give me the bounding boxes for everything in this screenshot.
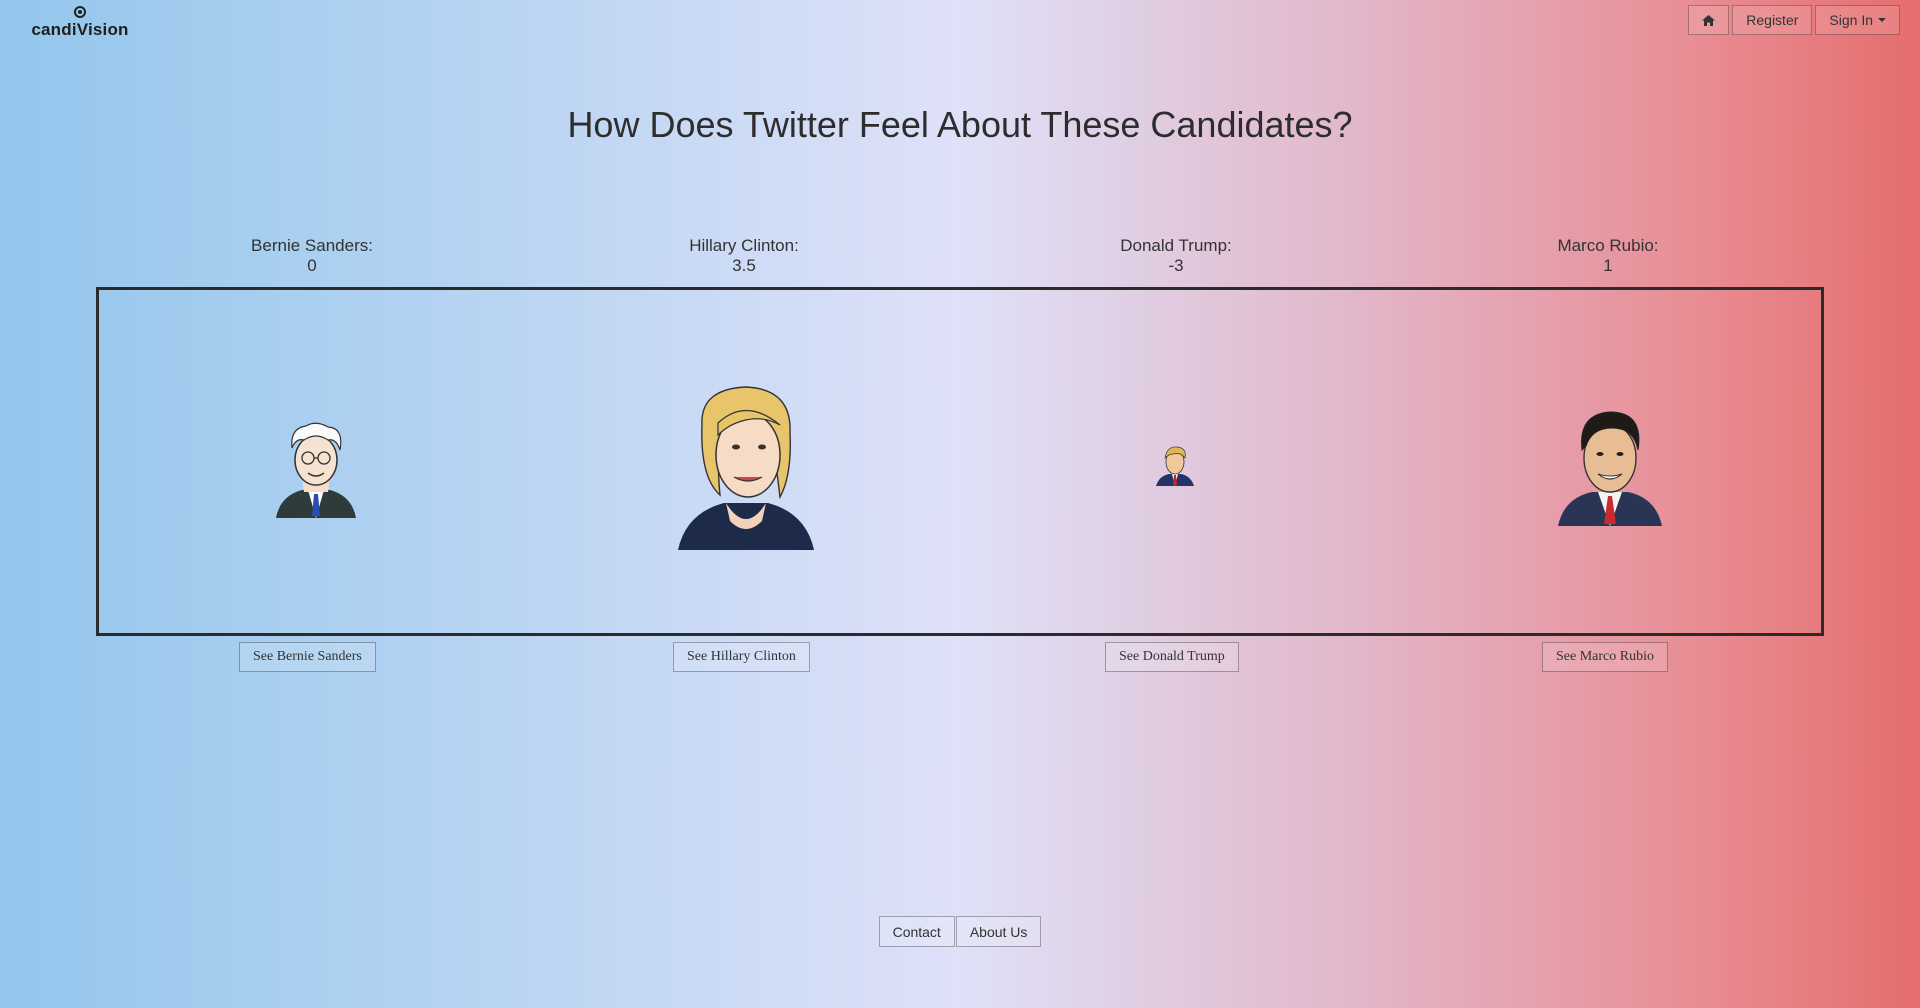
sign-in-label: Sign In xyxy=(1829,12,1873,28)
see-marco-rubio-button[interactable]: See Marco Rubio xyxy=(1542,642,1668,672)
candidate-name: Bernie Sanders: xyxy=(251,236,373,255)
contact-button[interactable]: Contact xyxy=(878,916,955,947)
eye-logo-icon xyxy=(74,6,86,18)
candidate-name: Hillary Clinton: xyxy=(689,236,799,255)
brand-logo[interactable]: candiVision xyxy=(30,6,130,40)
see-hillary-clinton-button[interactable]: See Hillary Clinton xyxy=(673,642,810,672)
sign-in-dropdown[interactable]: Sign In xyxy=(1815,5,1900,35)
candidate-label-trump: Donald Trump: -3 xyxy=(1026,236,1326,276)
candidate-name: Marco Rubio: xyxy=(1557,236,1659,255)
candidate-label-rubio: Marco Rubio: 1 xyxy=(1458,236,1758,276)
marco-rubio-portrait[interactable] xyxy=(1556,406,1664,526)
about-us-button[interactable]: About Us xyxy=(955,916,1042,947)
caret-down-icon xyxy=(1878,18,1886,22)
top-nav: Register Sign In xyxy=(1688,5,1900,35)
candidate-label-sanders: Bernie Sanders: 0 xyxy=(162,236,462,276)
candidate-score: 3.5 xyxy=(732,256,756,275)
candidate-score: 1 xyxy=(1603,256,1613,275)
candidate-score: 0 xyxy=(307,256,317,275)
hillary-clinton-portrait[interactable] xyxy=(676,385,816,550)
candidate-label-clinton: Hillary Clinton: 3.5 xyxy=(594,236,894,276)
see-bernie-sanders-button[interactable]: See Bernie Sanders xyxy=(239,642,376,672)
donald-trump-portrait[interactable] xyxy=(1155,444,1195,486)
see-donald-trump-button[interactable]: See Donald Trump xyxy=(1105,642,1239,672)
home-icon xyxy=(1702,14,1716,26)
footer-nav: Contact About Us xyxy=(0,916,1920,947)
register-button[interactable]: Register xyxy=(1732,5,1813,35)
brand-name: candiVision xyxy=(31,20,129,39)
page-title: How Does Twitter Feel About These Candid… xyxy=(567,104,1353,145)
home-button[interactable] xyxy=(1688,5,1730,35)
candidate-name: Donald Trump: xyxy=(1120,236,1232,255)
bernie-sanders-portrait[interactable] xyxy=(272,418,360,518)
candidate-score: -3 xyxy=(1168,256,1184,275)
